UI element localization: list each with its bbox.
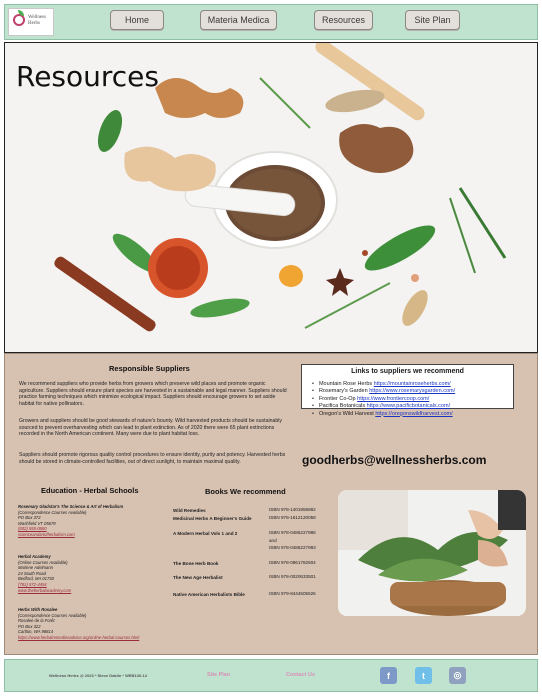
list-item: Oregon's Wild Harvest https://oregonswil…	[312, 411, 455, 418]
book-isbn: ISBN 978-0961782504	[269, 560, 316, 565]
book-isbn: and	[269, 538, 277, 543]
herb-basket-image	[338, 490, 526, 616]
school-entry: Herbal Academy (Online Courses Available…	[18, 554, 168, 593]
instagram-icon[interactable]: ◎	[449, 667, 466, 684]
site-logo[interactable]: Wellness Herbs	[8, 8, 54, 36]
supplier-link[interactable]: https://mountainroseherbs.com/	[374, 381, 451, 387]
list-item: Pacifica Botanicals https://www.pacificb…	[312, 403, 455, 410]
supplier-link[interactable]: https://oregonswildharvest.com/	[375, 411, 452, 417]
site-footer: Wellness Herbs @ 2023 * Steve Daklin * W…	[4, 659, 538, 692]
supplier-name: Frontier Co-Op	[318, 395, 356, 402]
facebook-icon[interactable]: f	[380, 667, 397, 684]
suppliers-paragraph-1: We recommend suppliers who provide herbs…	[19, 381, 287, 407]
school-website-link[interactable]: scienceandartofherbalism.com	[18, 532, 168, 538]
book-isbn: ISBN 979-8444505526	[269, 591, 316, 596]
nav-resources-button[interactable]: Resources	[314, 10, 373, 30]
suppliers-heading: Responsible Suppliers	[109, 364, 190, 373]
top-navigation-bar: Wellness Herbs Home Materia Medica Resou…	[4, 4, 538, 40]
list-item: Mountain Rose Herbs https://mountainrose…	[312, 381, 455, 388]
supplier-links-box: Links to suppliers we recommend Mountain…	[301, 364, 514, 417]
footer-site-plan-link[interactable]: Site Plan	[207, 672, 230, 678]
book-isbn: ISBN 978-0486227993	[269, 545, 316, 550]
school-name: Rosemary Gladstar's The Science & Art of…	[18, 504, 124, 509]
book-title: Medicinal Herbs A Beginner's Guide	[173, 516, 252, 521]
supplier-link[interactable]: https://www.pacificbotanicals.com/	[367, 403, 450, 409]
contact-email[interactable]: goodherbs@wellnessherbs.com	[302, 453, 486, 467]
book-title: Wild Remedies	[173, 508, 206, 513]
herb-basket-photo	[338, 490, 526, 616]
supplier-name: Rosemary's Garden	[318, 388, 368, 395]
school-website-link[interactable]: www.theherbalacademy.com	[18, 588, 168, 594]
supplier-link[interactable]: https://www.rosemarysgarden.com/	[369, 388, 455, 394]
book-isbn: ISBN 978-1401956882	[269, 507, 316, 512]
books-heading: Books We recommend	[205, 487, 286, 496]
nav-home-button[interactable]: Home	[110, 10, 164, 30]
school-name: Herbal Academy	[18, 554, 51, 559]
school-name: Herbs With Rosalee	[18, 607, 58, 612]
book-title: The Bone Herb Book	[173, 561, 219, 566]
book-title: Native American Herbalists Bible	[173, 592, 245, 597]
list-item: Rosemary's Garden https://www.rosemarysg…	[312, 388, 455, 395]
education-heading: Education - Herbal Schools	[41, 486, 139, 495]
school-website-link[interactable]: https://www.herbalremediesadvice.org/onl…	[18, 635, 188, 641]
book-title: The New Age Herbalist	[173, 575, 223, 580]
book-isbn: ISBN 978-0020633501	[269, 574, 316, 579]
book-isbn: ISBN 978-1612120058	[269, 515, 316, 520]
school-entry: Rosemary Gladstar's The Science & Art of…	[18, 504, 168, 538]
footer-contact-link[interactable]: Contact Us	[286, 672, 315, 678]
supplier-name: Pacifica Botanicals	[318, 403, 366, 410]
supplier-links-list: Mountain Rose Herbs https://mountainrose…	[312, 381, 455, 418]
book-isbn: ISBN 978-0486227986	[269, 530, 316, 535]
copyright-text: Wellness Herbs @ 2023 * Steve Daklin * W…	[49, 673, 147, 678]
book-title: A Modern Herbal Vols 1 and 2	[173, 531, 238, 536]
nav-materia-medica-button[interactable]: Materia Medica	[200, 10, 277, 30]
suppliers-paragraph-2: Growers and suppliers should be good ste…	[19, 418, 283, 438]
hero-banner: Resources	[4, 42, 538, 353]
supplier-name: Oregon's Wild Harvest	[318, 410, 374, 417]
page-title: Resources	[16, 60, 159, 93]
nav-site-plan-button[interactable]: Site Plan	[405, 10, 460, 30]
school-entry: Herbs With Rosalee (Correspondence Cours…	[18, 607, 188, 641]
supplier-name: Mountain Rose Herbs	[318, 381, 373, 387]
twitter-icon[interactable]: t	[415, 667, 432, 684]
links-heading: Links to suppliers we recommend	[351, 368, 464, 375]
list-item: Frontier Co-Op https://www.frontiercoop.…	[312, 396, 455, 403]
resources-content-panel: Responsible Suppliers We recommend suppl…	[4, 353, 538, 655]
supplier-link[interactable]: https://www.frontiercoop.com/	[357, 396, 429, 402]
logo-text: Wellness Herbs	[28, 15, 46, 26]
suppliers-paragraph-3: Suppliers should promote rigorous qualit…	[19, 452, 286, 465]
